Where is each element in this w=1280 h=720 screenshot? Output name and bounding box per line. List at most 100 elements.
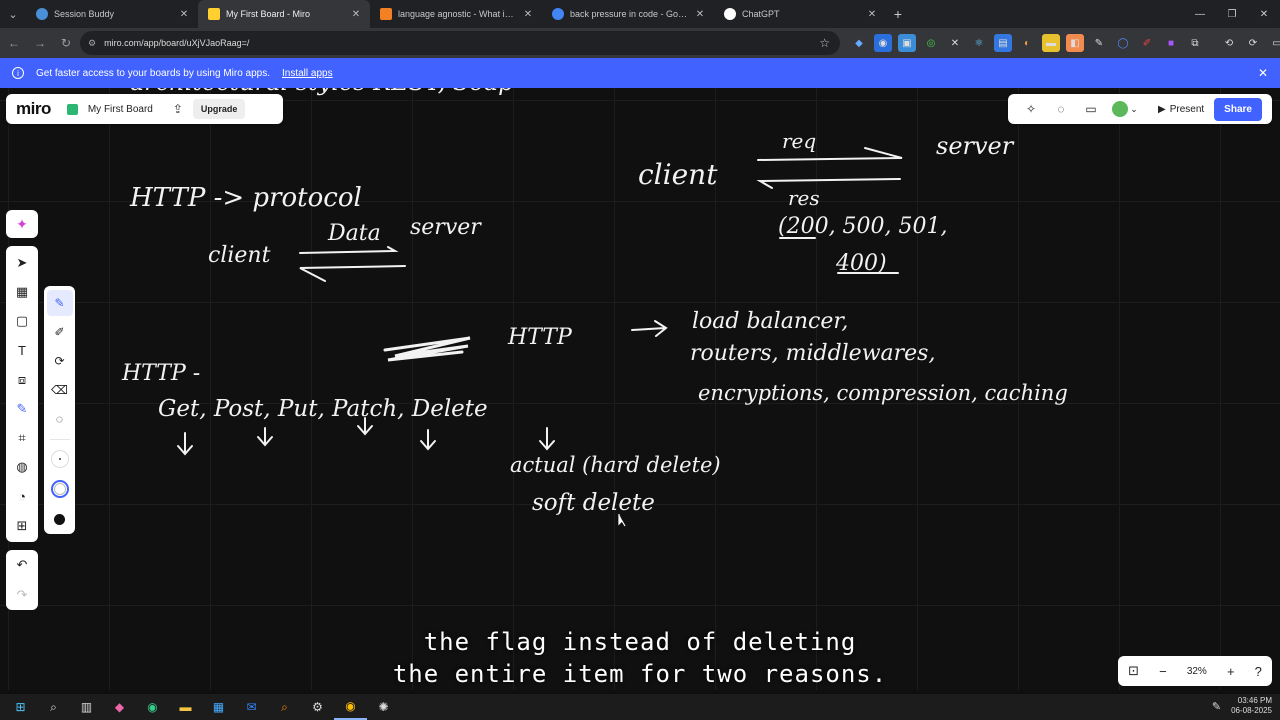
comments-icon[interactable]: ◌: [1048, 98, 1074, 120]
zoom-in-button[interactable]: +: [1227, 664, 1235, 679]
text-tool-icon[interactable]: T: [9, 338, 35, 364]
profile-icon[interactable]: ▭: [1268, 34, 1280, 52]
zoom-out-button[interactable]: −: [1159, 664, 1167, 679]
templates-icon[interactable]: ▦: [9, 279, 35, 305]
extension-icon[interactable]: ⚛: [970, 34, 988, 52]
restore-icon[interactable]: ❐: [1216, 0, 1248, 28]
tab-google[interactable]: back pressure in code - Google ✕: [542, 0, 714, 28]
forward-icon[interactable]: →: [28, 31, 52, 55]
chatgpt-icon[interactable]: ✺: [367, 694, 400, 720]
client-text: client: [208, 243, 271, 268]
stroke-width-thin[interactable]: [50, 450, 69, 468]
export-icon[interactable]: ⇪: [173, 102, 183, 116]
system-tray: ✎ 03:46 PM 06-08-2025: [1212, 696, 1272, 716]
search-icon[interactable]: ⌕: [37, 694, 70, 720]
clock[interactable]: 03:46 PM 06-08-2025: [1231, 696, 1272, 716]
tab-search-icon[interactable]: ⌄: [0, 0, 26, 28]
help-icon[interactable]: ?: [1255, 664, 1262, 679]
extension-icon[interactable]: ◆: [850, 34, 868, 52]
store-icon[interactable]: ▦: [202, 694, 235, 720]
minimize-icon[interactable]: —: [1184, 0, 1216, 28]
extension-icon[interactable]: ◯: [1114, 34, 1132, 52]
extension-icon[interactable]: ▬: [1042, 34, 1060, 52]
redo-icon[interactable]: ↷: [17, 587, 28, 603]
sticky-note-icon[interactable]: ▢: [9, 308, 35, 334]
close-icon[interactable]: ✕: [350, 9, 362, 20]
present-button[interactable]: ▶ Present: [1152, 100, 1210, 119]
extension-icon[interactable]: ◎: [922, 34, 940, 52]
extension-icon[interactable]: ✎: [1090, 34, 1108, 52]
windows-start-icon[interactable]: ⊞: [4, 694, 37, 720]
fit-to-screen-icon[interactable]: ⊡: [1128, 663, 1139, 679]
pen-tool-icon[interactable]: ✎: [9, 396, 35, 422]
reload-icon[interactable]: ↻: [54, 31, 78, 55]
color-swatch-selected[interactable]: [50, 480, 69, 498]
extension-icon[interactable]: ◉: [874, 34, 892, 52]
reactions-icon[interactable]: ✧: [1018, 98, 1044, 120]
upgrade-button[interactable]: Upgrade: [192, 99, 246, 119]
copilot-icon[interactable]: ◆: [103, 694, 136, 720]
shapes-icon[interactable]: ⧈: [9, 367, 35, 393]
sync-icon[interactable]: ⟳: [1244, 34, 1262, 52]
lasso-icon[interactable]: ◌: [47, 406, 73, 432]
undo-icon[interactable]: ↶: [17, 557, 28, 573]
bookmark-star-icon[interactable]: ☆: [819, 36, 830, 50]
edge-icon[interactable]: ◉: [136, 694, 169, 720]
google-icon: [552, 8, 564, 20]
tab-miro-board[interactable]: My First Board - Miro ✕: [198, 0, 370, 28]
server-text: server: [410, 215, 482, 240]
close-icon[interactable]: ✕: [178, 9, 190, 20]
new-tab-button[interactable]: +: [886, 6, 910, 22]
task-view-icon[interactable]: ▥: [70, 694, 103, 720]
extension-icon[interactable]: ■: [1162, 34, 1180, 52]
select-cursor-icon[interactable]: ➤: [9, 250, 35, 276]
miro-logo[interactable]: miro: [16, 99, 51, 119]
board-name[interactable]: My First Board: [88, 104, 153, 115]
banner-close-icon[interactable]: ✕: [1258, 66, 1268, 80]
comment-tool-icon[interactable]: ◔: [9, 484, 35, 510]
close-icon[interactable]: ✕: [522, 9, 534, 20]
color-swatch-black[interactable]: [51, 510, 69, 528]
main-toolbar: ➤ ▦ ▢ T ⧈ ✎ ⌗ ◍ ◔ ⊞: [6, 246, 38, 542]
search-app-icon[interactable]: ⌕: [268, 694, 301, 720]
extensions-puzzle-icon[interactable]: ⧉: [1186, 34, 1204, 52]
share-button[interactable]: Share: [1214, 97, 1262, 121]
extension-icon[interactable]: ✐: [1138, 34, 1156, 52]
tab-session-buddy[interactable]: Session Buddy ✕: [26, 0, 198, 28]
pen-icon[interactable]: ✎: [46, 290, 73, 316]
close-icon[interactable]: ✕: [866, 9, 878, 20]
down-arrow-stroke: [539, 427, 555, 451]
site-info-icon[interactable]: ⚙: [88, 38, 96, 49]
extension-icon[interactable]: ◐: [1018, 34, 1036, 52]
extension-icon[interactable]: ▤: [994, 34, 1012, 52]
back-icon[interactable]: ←: [2, 31, 26, 55]
close-icon[interactable]: ✕: [694, 9, 706, 20]
history-icon[interactable]: ⟲: [1220, 34, 1238, 52]
tab-chatgpt[interactable]: ChatGPT ✕: [714, 0, 886, 28]
url-field[interactable]: ⚙ miro.com/app/board/uXjVJaoRaag=/ ☆: [80, 31, 840, 55]
video-call-icon[interactable]: ▭: [1078, 98, 1104, 120]
more-tools-icon[interactable]: ⊞: [9, 513, 35, 539]
chrome-icon[interactable]: ◉: [334, 694, 367, 720]
window-close-icon[interactable]: ✕: [1248, 0, 1280, 28]
settings-icon[interactable]: ⚙: [301, 694, 334, 720]
install-apps-link[interactable]: Install apps: [282, 68, 333, 79]
extension-icon[interactable]: ◧: [1066, 34, 1084, 52]
highlighter-icon[interactable]: ✐: [47, 319, 73, 345]
frame-icon[interactable]: ⌗: [9, 425, 35, 451]
extension-icon[interactable]: ▣: [898, 34, 916, 52]
zoom-level[interactable]: 32%: [1187, 666, 1207, 677]
tab-stackoverflow[interactable]: language agnostic - What is an ✕: [370, 0, 542, 28]
windows-taskbar: ⊞ ⌕ ▥ ◆ ◉ ▬ ▦ ✉ ⌕ ⚙ ◉ ✺ ✎ 03:46 PM 06-08…: [0, 694, 1280, 720]
file-explorer-icon[interactable]: ▬: [169, 694, 202, 720]
palette-icon[interactable]: ◍: [9, 454, 35, 480]
ai-assist-icon[interactable]: ✦: [6, 210, 38, 238]
outlook-icon[interactable]: ✉: [235, 694, 268, 720]
avatar[interactable]: [1112, 101, 1128, 117]
eraser-icon[interactable]: ⌫: [47, 377, 73, 403]
chevron-down-icon[interactable]: ⌄: [1128, 98, 1140, 120]
extension-icon[interactable]: ✕: [946, 34, 964, 52]
pen-tray-icon[interactable]: ✎: [1212, 700, 1221, 713]
smart-drawing-icon[interactable]: ⟳: [47, 348, 73, 374]
whiteboard-canvas[interactable]: architectural styles REST, Soap HTTP -> …: [0, 88, 1280, 690]
